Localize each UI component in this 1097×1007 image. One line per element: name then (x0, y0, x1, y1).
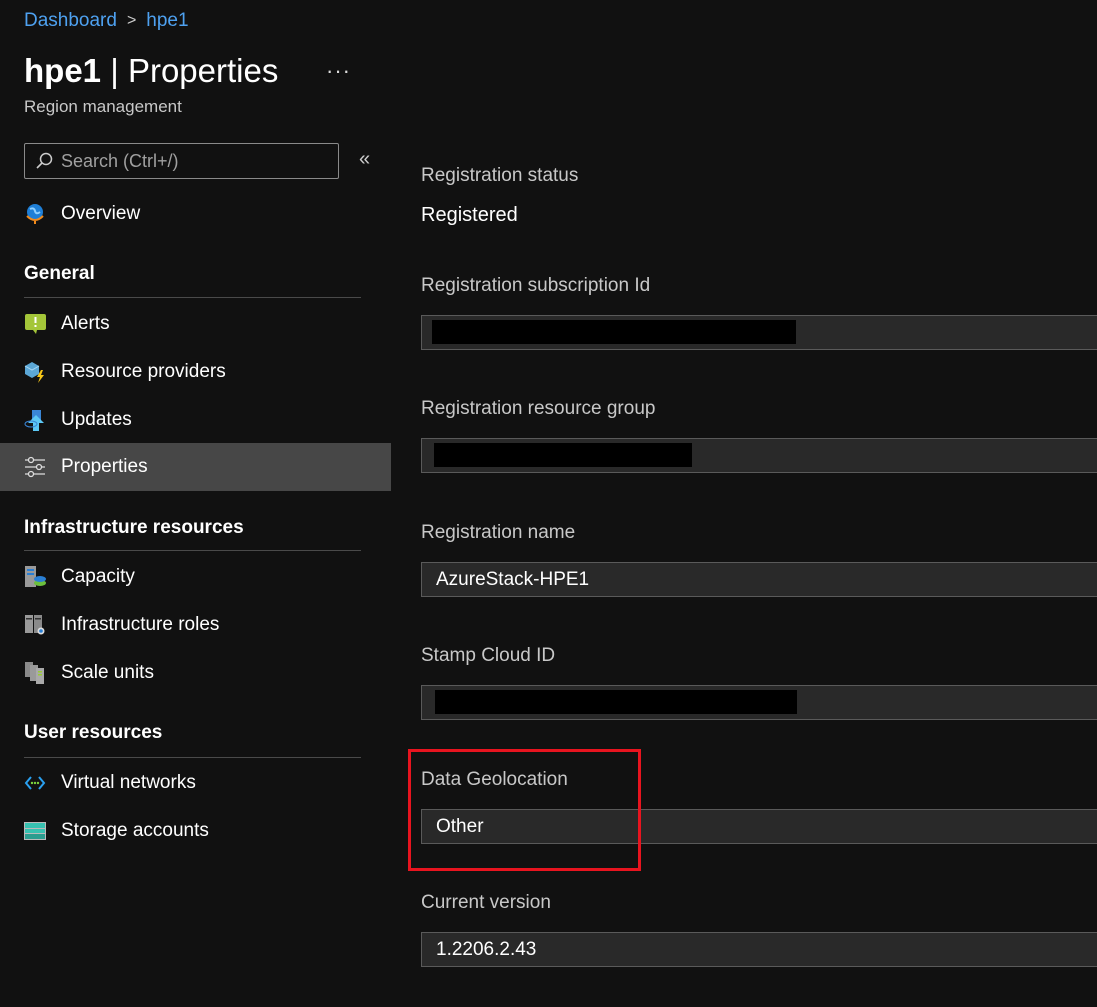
sidebar-item-label: Alerts (61, 313, 110, 334)
scale-units-icon (24, 662, 46, 684)
resource-group-label: Registration resource group (421, 398, 656, 419)
sidebar-item-label: Properties (61, 456, 148, 477)
sidebar-item-storage-accounts[interactable]: Storage accounts (0, 807, 391, 855)
registration-status-value: Registered (421, 204, 518, 226)
sidebar-item-label: Updates (61, 409, 132, 430)
redaction (434, 443, 692, 467)
sidebar-item-resource-providers[interactable]: Resource providers (0, 348, 391, 396)
sidebar-item-properties[interactable]: Properties (0, 443, 391, 491)
breadcrumb-separator: > (126, 12, 137, 29)
highlight-box (408, 749, 641, 871)
infrastructure-roles-icon (24, 614, 46, 636)
sliders-icon (24, 456, 46, 478)
globe-icon (24, 203, 46, 225)
sidebar-item-scale-units[interactable]: Scale units (0, 649, 391, 697)
resource-group-field[interactable] (421, 438, 1097, 473)
section-infrastructure-resources: Infrastructure resources (24, 517, 244, 538)
breadcrumb-hpe1[interactable]: hpe1 (146, 10, 188, 32)
collapse-sidebar-button[interactable]: « (359, 148, 370, 171)
divider (24, 757, 361, 758)
page-name: Properties (127, 52, 279, 89)
stamp-cloud-id-field[interactable] (421, 685, 1097, 720)
subscription-id-field[interactable] (421, 315, 1097, 350)
registration-status-label: Registration status (421, 165, 579, 186)
sidebar-item-label: Overview (61, 203, 141, 224)
divider (24, 297, 361, 298)
resource-name: hpe1 (24, 52, 102, 89)
registration-name-field[interactable]: AzureStack-HPE1 (421, 562, 1097, 597)
sidebar-item-label: Resource providers (61, 361, 226, 382)
sidebar-item-capacity[interactable]: Capacity (0, 553, 391, 601)
section-user-resources: User resources (24, 722, 163, 743)
registration-name-label: Registration name (421, 522, 576, 543)
current-version-label: Current version (421, 892, 551, 913)
page-subtitle: Region management (24, 97, 182, 116)
redaction (432, 320, 796, 344)
capacity-icon (24, 566, 46, 588)
sidebar-item-updates[interactable]: Updates (0, 396, 391, 444)
search-icon (36, 152, 53, 169)
breadcrumb-dashboard[interactable]: Dashboard (24, 10, 117, 32)
sidebar-item-label: Capacity (61, 566, 135, 587)
subscription-id-label: Registration subscription Id (421, 275, 651, 296)
sidebar-item-infrastructure-roles[interactable]: Infrastructure roles (0, 601, 391, 649)
update-icon (24, 409, 46, 431)
virtual-network-icon (24, 772, 46, 794)
sidebar-item-label: Virtual networks (61, 772, 196, 793)
more-options-button[interactable]: ··· (326, 58, 351, 84)
sidebar-item-label: Storage accounts (61, 820, 209, 841)
sidebar-item-label: Scale units (61, 662, 154, 683)
redaction (435, 690, 797, 714)
section-general: General (24, 263, 95, 284)
sidebar-item-virtual-networks[interactable]: Virtual networks (0, 759, 391, 807)
search-input[interactable]: Search (Ctrl+/) (24, 143, 339, 179)
current-version-field[interactable]: 1.2206.2.43 (421, 932, 1097, 967)
sidebar-item-alerts[interactable]: Alerts (0, 300, 391, 348)
page-title: hpe1 | Properties (24, 52, 279, 89)
stamp-cloud-id-label: Stamp Cloud ID (421, 645, 556, 666)
alert-icon (24, 313, 46, 335)
search-placeholder: Search (Ctrl+/) (61, 150, 179, 171)
divider (24, 550, 361, 551)
resource-provider-icon (24, 361, 46, 383)
breadcrumb: Dashboard > hpe1 (24, 10, 189, 32)
sidebar-item-label: Infrastructure roles (61, 614, 220, 635)
storage-icon (24, 820, 46, 842)
sidebar-item-overview[interactable]: Overview (0, 190, 391, 238)
